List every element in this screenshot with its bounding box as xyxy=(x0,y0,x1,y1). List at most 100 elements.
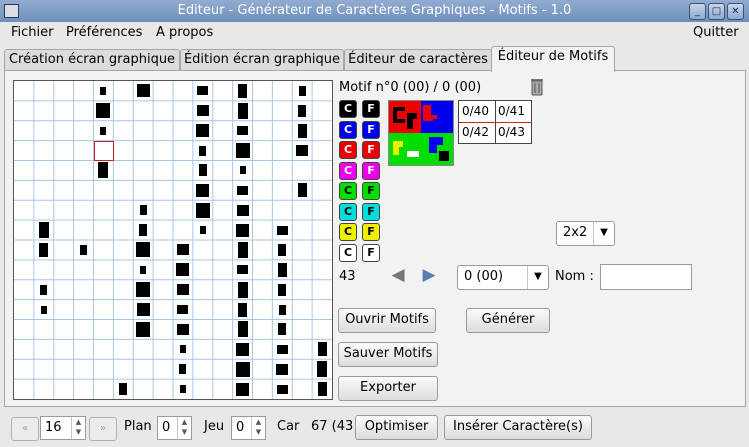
jeu-label: Jeu xyxy=(204,419,225,434)
menu-quitter[interactable]: Quitter xyxy=(693,25,739,40)
grid-glyph xyxy=(136,84,150,98)
grid-glyph xyxy=(196,105,209,117)
grid-glyph xyxy=(40,284,48,295)
grid-glyph xyxy=(38,222,49,239)
color-f-button[interactable]: F xyxy=(362,141,380,159)
color-f-button[interactable]: F xyxy=(362,223,380,241)
color-c-button[interactable]: C xyxy=(339,202,357,221)
color-f-button[interactable]: F xyxy=(362,100,380,118)
color-c-button[interactable]: C xyxy=(339,223,357,241)
app-window: Editeur - Générateur de Caractères Graph… xyxy=(0,0,749,447)
grid-glyph xyxy=(276,344,288,354)
grid-glyph xyxy=(298,85,306,96)
grid-glyph xyxy=(176,263,190,277)
title-bar: Editeur - Générateur de Caractères Graph… xyxy=(0,0,749,22)
plan-value: 0 xyxy=(162,420,171,435)
color-c-button[interactable]: C xyxy=(339,182,357,200)
grid-glyph xyxy=(176,284,189,296)
jeu-value: 0 xyxy=(236,420,245,435)
color-c-button[interactable]: C xyxy=(339,161,357,180)
page-value: 16 xyxy=(45,420,62,435)
grid-glyph xyxy=(317,382,327,397)
selected-cell[interactable] xyxy=(94,141,114,161)
grid-glyph xyxy=(197,86,209,96)
generate-button[interactable]: Générer xyxy=(466,308,550,333)
menu-fichier[interactable]: Fichier xyxy=(11,25,54,40)
export-button[interactable]: Exporter xyxy=(338,376,438,401)
open-motifs-button[interactable]: Ouvrir Motifs xyxy=(338,308,436,333)
grid-glyph xyxy=(235,361,250,377)
grid-glyph xyxy=(276,363,289,375)
grid-glyph xyxy=(179,345,186,354)
spinner-arrows-icon[interactable]: ▲ ▼ xyxy=(71,417,85,439)
grid-glyph xyxy=(236,342,250,356)
tab-editeur-caracteres[interactable]: Éditeur de caractères xyxy=(344,49,492,71)
grid-glyph xyxy=(277,262,287,277)
spinner-arrows-icon[interactable]: ▲ ▼ xyxy=(177,417,191,439)
minimize-button[interactable]: _ xyxy=(689,3,706,20)
grid-glyph xyxy=(298,104,307,117)
grid-glyph xyxy=(239,166,246,175)
grid-glyph xyxy=(238,302,248,317)
motif-select[interactable]: 0 (00) ▼ xyxy=(457,265,549,290)
tab-edition-ecran[interactable]: Édition écran graphique xyxy=(180,49,344,71)
grid-glyph xyxy=(139,224,148,237)
motif-header: Motif n°0 (00) / 0 (00) xyxy=(339,80,482,95)
color-c-button[interactable]: C xyxy=(339,243,357,262)
grid-glyph xyxy=(297,183,307,198)
name-input[interactable] xyxy=(600,264,692,290)
grid-glyph xyxy=(199,145,207,156)
double-chevron-right-icon[interactable]: » xyxy=(89,417,117,441)
arrow-right-icon[interactable]: ▶ xyxy=(418,265,440,285)
color-f-button[interactable]: F xyxy=(362,243,380,262)
color-c-button[interactable]: C xyxy=(339,120,357,139)
double-chevron-left-icon[interactable]: « xyxy=(11,417,39,441)
grid-glyph xyxy=(236,204,249,216)
plan-spinner[interactable]: 0 ▲ ▼ xyxy=(157,416,192,440)
grid-glyph xyxy=(96,103,111,119)
optimize-button[interactable]: Optimiser xyxy=(355,415,438,440)
grid-glyph xyxy=(237,265,249,275)
menu-a-propos[interactable]: A propos xyxy=(156,25,213,40)
code-cell-2: 0/41 xyxy=(498,104,525,118)
arrow-left-icon[interactable]: ◀ xyxy=(387,265,409,285)
name-label: Nom : xyxy=(555,269,594,284)
jeu-spinner[interactable]: 0 ▲ ▼ xyxy=(231,416,266,440)
color-f-button[interactable]: F xyxy=(362,182,380,200)
size-value: 2x2 xyxy=(563,225,588,240)
grid-glyph xyxy=(176,244,189,256)
grid-glyph xyxy=(278,304,286,315)
tab-creation-ecran[interactable]: Création écran graphique xyxy=(4,49,180,71)
grid-glyph xyxy=(237,102,248,119)
trash-icon[interactable] xyxy=(529,76,545,96)
color-c-button[interactable]: C xyxy=(339,141,357,159)
character-grid[interactable] xyxy=(13,80,333,400)
grid-glyph xyxy=(236,223,250,237)
page-spinner[interactable]: 16 ▲ ▼ xyxy=(40,416,86,440)
color-f-button[interactable]: F xyxy=(362,120,380,139)
tab-editeur-motifs[interactable]: Éditeur de Motifs xyxy=(491,46,615,72)
grid-glyph xyxy=(100,86,107,95)
grid-glyph xyxy=(195,202,210,218)
save-motifs-button[interactable]: Sauver Motifs xyxy=(338,342,438,367)
color-f-button[interactable]: F xyxy=(362,202,380,221)
grid-glyph xyxy=(317,361,328,378)
menu-preferences[interactable]: Préférences xyxy=(66,25,142,40)
chevron-down-icon: ▼ xyxy=(527,266,548,289)
car-value: 67 (43 xyxy=(311,419,354,434)
grid-glyph xyxy=(196,124,210,138)
grid-glyph xyxy=(276,225,288,235)
close-button[interactable]: ✕ xyxy=(727,3,744,20)
grid-glyph xyxy=(80,244,88,255)
spinner-arrows-icon[interactable]: ▲ ▼ xyxy=(251,417,265,439)
color-f-button[interactable]: F xyxy=(362,161,380,180)
grid-glyph xyxy=(278,283,287,296)
code-cell-3: 0/42 xyxy=(462,125,489,139)
grid-glyph xyxy=(98,162,109,179)
maximize-button[interactable]: □ xyxy=(708,3,725,20)
grid-glyph xyxy=(196,183,210,197)
color-c-button[interactable]: C xyxy=(339,100,357,118)
grid-glyph xyxy=(237,241,248,258)
insert-character-button[interactable]: Insérer Caractère(s) xyxy=(444,415,592,440)
size-select[interactable]: 2x2 ▼ xyxy=(556,221,615,246)
